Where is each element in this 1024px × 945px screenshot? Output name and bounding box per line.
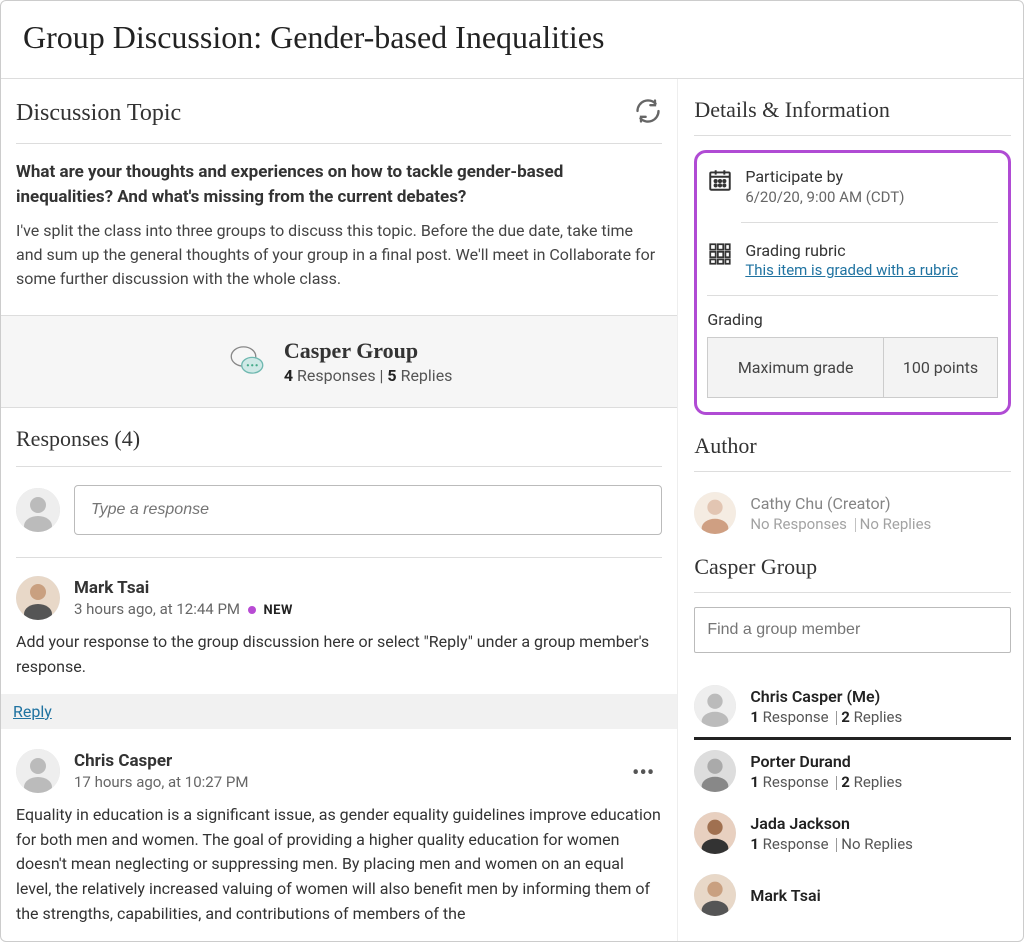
new-badge: NEW	[263, 603, 292, 618]
post-timestamp: 17 hours ago, at 10:27 PM	[74, 773, 248, 791]
reply-bar: Reply	[1, 694, 677, 729]
rubric-link[interactable]: This item is graded with a rubric	[745, 261, 958, 279]
member-name: Porter Durand	[750, 752, 902, 771]
response-input[interactable]	[74, 485, 662, 535]
avatar	[694, 750, 736, 792]
group-strip: Casper Group 4 Responses | 5 Replies	[1, 315, 677, 408]
post-body: Equality in education is a significant i…	[16, 803, 662, 927]
avatar	[16, 576, 60, 620]
post-header: Chris Casper 17 hours ago, at 10:27 PM	[16, 749, 248, 793]
grading-label: Grading	[707, 310, 998, 329]
compose-row	[16, 485, 662, 558]
more-options-icon[interactable]: •••	[632, 761, 654, 786]
member-name: Jada Jackson	[750, 814, 913, 833]
page-title: Group Discussion: Gender-based Inequalit…	[23, 19, 1001, 56]
main-column: Discussion Topic What are your thoughts …	[1, 79, 678, 941]
post-header: Mark Tsai 3 hours ago, at 12:44 PM NEW	[16, 576, 662, 620]
member-stats: 1 Response 2 Replies	[750, 773, 902, 791]
page-header: Group Discussion: Gender-based Inequalit…	[1, 1, 1023, 79]
avatar	[694, 685, 736, 727]
rubric-row: Grading rubric This item is graded with …	[741, 222, 998, 295]
member-search-input[interactable]	[694, 607, 1011, 653]
author-name: Cathy Chu (Creator)	[750, 494, 931, 513]
rubric-grid-icon	[707, 241, 733, 279]
topic-section-title: Discussion Topic	[16, 100, 181, 127]
topic-body: I've split the class into three groups t…	[16, 219, 662, 291]
member-row[interactable]: Mark Tsai	[694, 864, 1011, 916]
side-column: Details & Information Participate by 6/2…	[678, 79, 1023, 941]
member-row[interactable]: Chris Casper (Me) 1 Response 2 Replies	[694, 675, 1011, 740]
avatar	[694, 812, 736, 854]
participate-label: Participate by	[745, 167, 904, 186]
rubric-label: Grading rubric	[745, 241, 958, 260]
member-stats: 1 Response 2 Replies	[750, 708, 902, 726]
members-section-title: Casper Group	[694, 554, 1011, 593]
avatar	[16, 749, 60, 793]
member-stats: 1 Response No Replies	[750, 835, 913, 853]
post-timestamp: 3 hours ago, at 12:44 PM NEW	[74, 600, 293, 618]
author-row: Cathy Chu (Creator) No Responses No Repl…	[694, 486, 1011, 554]
member-row[interactable]: Porter Durand 1 Response 2 Replies	[694, 740, 1011, 802]
new-indicator-dot	[248, 606, 256, 614]
max-grade-value: 100 points	[884, 338, 997, 397]
avatar	[694, 874, 736, 916]
responses-section: Responses (4) Mark Tsai 3 hours ago, a	[1, 408, 677, 927]
max-grade-label: Maximum grade	[708, 338, 884, 397]
author-stats: No Responses No Replies	[750, 515, 931, 533]
content-columns: Discussion Topic What are your thoughts …	[1, 79, 1023, 941]
group-stats: 4 Responses | 5 Replies	[284, 366, 453, 385]
post-author: Mark Tsai	[74, 578, 293, 598]
member-name: Mark Tsai	[750, 886, 820, 905]
post-body: Add your response to the group discussio…	[16, 630, 662, 680]
responses-heading: Responses (4)	[16, 426, 662, 467]
topic-header: Discussion Topic	[16, 97, 662, 144]
participate-date: 6/20/20, 9:00 AM (CDT)	[745, 188, 904, 206]
post-author: Chris Casper	[74, 751, 248, 771]
chat-bubbles-icon	[226, 339, 268, 385]
member-row[interactable]: Jada Jackson 1 Response No Replies	[694, 802, 1011, 864]
author-section-title: Author	[694, 433, 1011, 472]
group-name: Casper Group	[284, 338, 453, 364]
response-post: Chris Casper 17 hours ago, at 10:27 PM •…	[16, 749, 662, 927]
topic-question: What are your thoughts and experiences o…	[16, 160, 662, 209]
member-name: Chris Casper (Me)	[750, 687, 902, 706]
discussion-topic-section: Discussion Topic What are your thoughts …	[1, 79, 677, 315]
details-section-title: Details & Information	[694, 97, 1011, 136]
participate-row: Participate by 6/20/20, 9:00 AM (CDT)	[707, 167, 998, 222]
grade-table: Maximum grade 100 points	[707, 337, 998, 398]
response-post: Mark Tsai 3 hours ago, at 12:44 PM NEW A…	[16, 576, 662, 680]
reply-link[interactable]: Reply	[13, 702, 52, 721]
avatar	[16, 488, 60, 532]
refresh-icon[interactable]	[634, 97, 662, 129]
details-box: Participate by 6/20/20, 9:00 AM (CDT) Gr…	[694, 150, 1011, 415]
avatar	[694, 492, 736, 534]
calendar-icon	[707, 167, 733, 206]
